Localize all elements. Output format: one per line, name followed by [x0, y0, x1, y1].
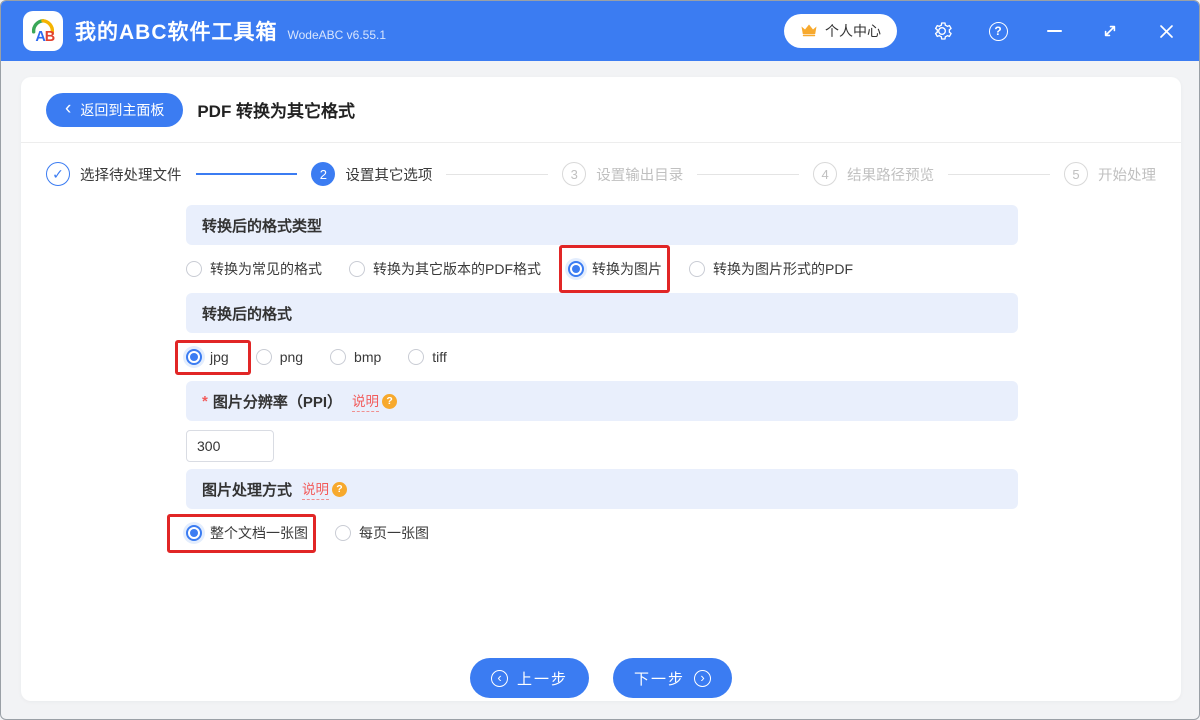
step-5-start: 5 开始处理 [1064, 162, 1156, 186]
page-title: PDF 转换为其它格式 [197, 102, 356, 121]
question-badge-icon[interactable]: ? [332, 481, 348, 497]
help-icon[interactable]: ? [987, 20, 1009, 42]
radio-one-image-per-page[interactable]: 每页一张图 [335, 523, 429, 543]
radio-icon [349, 261, 365, 277]
user-center-button[interactable]: 个人中心 [784, 14, 897, 48]
step-connector [446, 173, 549, 175]
chevron-right-circle-icon: › [694, 669, 712, 687]
step-indicator: ✓ 选择待处理文件 2 设置其它选项 3 设置输出目录 4 结果路径预览 5 开… [21, 143, 1181, 205]
minimize-icon[interactable] [1043, 20, 1065, 42]
wizard-footer: ‹ 上一步 下一步 › [21, 658, 1181, 698]
required-asterisk: * [202, 392, 208, 410]
maximize-icon[interactable] [1099, 20, 1121, 42]
app-window: A B 我的ABC软件工具箱 WodeABC v6.55.1 个人中心 ? ‹ … [0, 0, 1200, 720]
processing-mode-help-link[interactable]: 说明 [302, 478, 330, 500]
user-center-label: 个人中心 [825, 23, 881, 39]
app-title: 我的ABC软件工具箱 [75, 21, 278, 44]
svg-text:B: B [45, 29, 55, 45]
radio-icon [568, 261, 584, 277]
radio-icon [408, 349, 425, 365]
prev-step-button[interactable]: ‹ 上一步 [469, 658, 589, 698]
image-format-options: jpg png bmp tiff [175, 333, 1018, 381]
step-4-path-preview: 4 结果路径预览 [813, 162, 934, 186]
format-type-options: 转换为常见的格式 转换为其它版本的PDF格式 转换为图片 转换为图片形式的PDF [186, 245, 1018, 293]
chevron-left-circle-icon: ‹ [490, 669, 508, 687]
chevron-left-icon: ‹ [65, 98, 72, 119]
radio-convert-to-image[interactable]: 转换为图片 [559, 245, 670, 293]
step-connector [697, 173, 800, 175]
back-button-label: 返回到主面板 [80, 101, 165, 118]
card-header: ‹ 返回到主面板 PDF 转换为其它格式 [21, 77, 1181, 143]
step-3-output-dir: 3 设置输出目录 [562, 162, 683, 186]
radio-png[interactable]: png [255, 349, 303, 365]
settings-gear-icon[interactable] [931, 20, 953, 42]
app-logo-icon: A B [23, 11, 63, 51]
radio-jpg[interactable]: jpg [175, 340, 251, 375]
section-resolution-header: * 图片分辨率（PPI） 说明 ? [186, 381, 1018, 421]
radio-tiff[interactable]: tiff [408, 349, 447, 365]
main-card: ‹ 返回到主面板 PDF 转换为其它格式 ✓ 选择待处理文件 2 设置其它选项 … [21, 77, 1181, 701]
resolution-input-row [186, 421, 1018, 469]
radio-icon [255, 349, 272, 365]
radio-bmp[interactable]: bmp [330, 349, 381, 365]
step-connector [948, 173, 1050, 175]
close-icon[interactable] [1155, 20, 1177, 42]
radio-common-format[interactable]: 转换为常见的格式 [186, 259, 322, 279]
radio-whole-doc-one-image[interactable]: 整个文档一张图 [167, 514, 316, 553]
options-form: 转换后的格式类型 转换为常见的格式 转换为其它版本的PDF格式 转换为图片 转换… [167, 205, 1018, 557]
back-to-dashboard-button[interactable]: ‹ 返回到主面板 [46, 92, 184, 127]
crown-icon [800, 23, 818, 40]
ppi-input[interactable] [186, 430, 274, 462]
radio-icon [335, 525, 351, 541]
processing-mode-options: 整个文档一张图 每页一张图 [167, 509, 1018, 557]
radio-icon [186, 525, 202, 541]
question-badge-icon[interactable]: ? [382, 393, 398, 409]
radio-icon [330, 349, 347, 365]
section-image-format-header: 转换后的格式 [186, 293, 1018, 333]
section-format-type-header: 转换后的格式类型 [186, 205, 1018, 245]
radio-other-pdf-version[interactable]: 转换为其它版本的PDF格式 [349, 259, 541, 279]
radio-icon [689, 261, 705, 277]
resolution-help-link[interactable]: 说明 [352, 390, 380, 412]
step-1-select-files: ✓ 选择待处理文件 [46, 162, 182, 186]
radio-icon [186, 261, 202, 277]
next-step-button[interactable]: 下一步 › [613, 658, 733, 698]
section-processing-mode-header: 图片处理方式 说明 ? [186, 469, 1018, 509]
step-2-options: 2 设置其它选项 [311, 162, 432, 186]
step-connector [195, 173, 298, 175]
app-version: WodeABC v6.55.1 [287, 28, 387, 42]
radio-image-style-pdf[interactable]: 转换为图片形式的PDF [689, 259, 853, 279]
titlebar-actions: 个人中心 ? [784, 14, 1177, 48]
radio-icon [186, 349, 202, 365]
titlebar: A B 我的ABC软件工具箱 WodeABC v6.55.1 个人中心 ? [1, 1, 1199, 61]
step-1-check-icon: ✓ [46, 162, 70, 186]
